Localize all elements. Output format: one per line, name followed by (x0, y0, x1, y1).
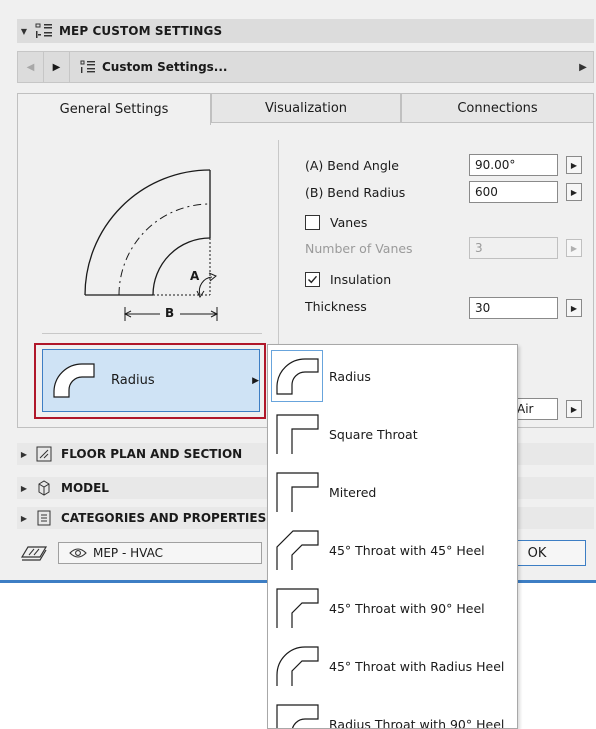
previous-button[interactable]: ◀ (18, 52, 44, 82)
bend-angle-label: (A) Bend Angle (305, 157, 399, 173)
dropdown-item-label: 45° Throat with 45° Heel (329, 542, 485, 558)
dropdown-item-45-throat-45-heel[interactable]: 45° Throat with 45° Heel (268, 521, 517, 579)
vanes-checkbox[interactable] (305, 214, 320, 230)
throat45-heel45-icon (271, 524, 323, 576)
square-throat-icon (271, 408, 323, 460)
bend-type-dropdown: Radius Square Throat Mitered 45° Throat … (267, 344, 518, 729)
dropdown-item-label: Square Throat (329, 426, 418, 442)
next-button[interactable]: ▶ (44, 52, 70, 82)
dropdown-item-45-throat-90-heel[interactable]: 45° Throat with 90° Heel (268, 579, 517, 637)
dropdown-item-45-throat-radius-heel[interactable]: 45° Throat with Radius Heel (268, 637, 517, 695)
insulation-material-arrow-button[interactable]: ▶ (566, 400, 582, 418)
settings-selector-label: Custom Settings... (102, 60, 228, 74)
bend-diagram (84, 169, 219, 321)
collapse-triangle-icon[interactable]: ▼ (17, 27, 31, 36)
throat45-radius-heel-icon (271, 640, 323, 692)
section-label: FLOOR PLAN AND SECTION (61, 447, 243, 461)
diagram-label-b: B (165, 306, 175, 320)
checkmark-icon (308, 275, 318, 283)
dropdown-item-label: Radius (329, 368, 371, 384)
insulation-label: Insulation (330, 271, 392, 287)
tab-visualization[interactable]: Visualization (211, 93, 401, 123)
radius-icon (271, 350, 323, 402)
layer-selector[interactable]: MEP - HVAC (58, 542, 262, 564)
horizontal-divider (42, 333, 262, 334)
insulation-row[interactable]: Insulation (305, 268, 391, 290)
diagram-label-a: A (190, 269, 200, 283)
dropdown-item-radius[interactable]: Radius (268, 347, 517, 405)
bend-angle-field[interactable]: 90.00° (469, 154, 558, 176)
cube-icon (35, 480, 53, 496)
dropdown-item-radius-throat-90-heel[interactable]: Radius Throat with 90° Heel (268, 695, 517, 729)
bend-radius-field[interactable]: 600 (469, 181, 558, 203)
dropdown-item-label: 45° Throat with 90° Heel (329, 600, 485, 616)
bend-radius-label: (B) Bend Radius (305, 184, 406, 200)
tab-connections[interactable]: Connections (401, 93, 594, 123)
eye-icon (69, 547, 87, 559)
mep-custom-settings-header[interactable]: ▼ MEP CUSTOM SETTINGS (17, 19, 594, 43)
custom-settings-icon (35, 23, 53, 39)
thickness-label: Thickness (305, 298, 367, 314)
expand-triangle-icon[interactable]: ▶ (17, 450, 31, 459)
number-of-vanes-label: Number of Vanes (305, 240, 413, 256)
thickness-field[interactable]: 30 (469, 297, 558, 319)
throat45-heel90-icon (271, 582, 323, 634)
floor-plan-icon (35, 446, 53, 462)
dropdown-item-label: Mitered (329, 484, 377, 500)
bend-angle-arrow-button[interactable]: ▶ (566, 156, 582, 174)
dropdown-item-square-throat[interactable]: Square Throat (268, 405, 517, 463)
vanes-label: Vanes (330, 214, 368, 230)
tab-general-settings[interactable]: General Settings (17, 93, 211, 125)
list-icon (35, 510, 53, 526)
expand-triangle-icon[interactable]: ▶ (17, 514, 31, 523)
selector-arrow-icon[interactable]: ▶ (573, 62, 593, 73)
thickness-arrow-button[interactable]: ▶ (566, 299, 582, 317)
settings-nav-bar: ◀ ▶ Custom Settings... ▶ (17, 51, 594, 83)
custom-settings-small-icon (80, 60, 96, 74)
expand-triangle-icon[interactable]: ▶ (17, 484, 31, 493)
section-label: CATEGORIES AND PROPERTIES (61, 511, 267, 525)
dropdown-item-mitered[interactable]: Mitered (268, 463, 517, 521)
number-of-vanes-arrow-button[interactable]: ▶ (566, 239, 582, 257)
bend-radius-arrow-button[interactable]: ▶ (566, 183, 582, 201)
settings-selector[interactable]: Custom Settings... (80, 60, 573, 74)
vanes-row[interactable]: Vanes (305, 211, 367, 233)
dropdown-item-label: 45° Throat with Radius Heel (329, 658, 505, 674)
number-of-vanes-field[interactable]: 3 (469, 237, 558, 259)
dropdown-item-label: Radius Throat with 90° Heel (329, 716, 505, 729)
layer-name: MEP - HVAC (93, 546, 163, 560)
section-label: MODEL (61, 481, 109, 495)
layer-settings-icon[interactable] (20, 543, 48, 563)
section-title: MEP CUSTOM SETTINGS (59, 24, 223, 38)
settings-tabs: General Settings Visualization Connectio… (17, 93, 594, 125)
mitered-icon (271, 466, 323, 518)
highlight-frame (34, 343, 266, 419)
radius-throat-heel90-icon (271, 698, 323, 728)
insulation-checkbox[interactable] (305, 271, 320, 287)
